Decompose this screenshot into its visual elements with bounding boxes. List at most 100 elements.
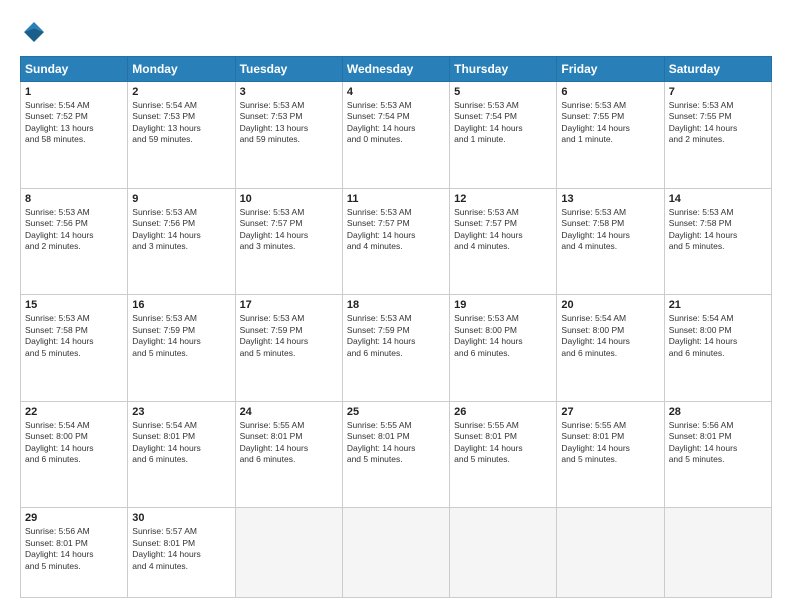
day-info: Sunrise: 5:53 AMSunset: 7:59 PMDaylight:…: [132, 313, 230, 359]
day-header: Saturday: [664, 57, 771, 82]
day-number: 4: [347, 86, 445, 98]
calendar-cell: 8 Sunrise: 5:53 AMSunset: 7:56 PMDaylight…: [21, 188, 128, 295]
day-number: 1: [25, 86, 123, 98]
day-number: 12: [454, 193, 552, 205]
day-info: Sunrise: 5:54 AMSunset: 8:01 PMDaylight:…: [132, 420, 230, 466]
day-number: 29: [25, 512, 123, 524]
calendar-cell: 16Sunrise: 5:53 AMSunset: 7:59 PMDayligh…: [128, 295, 235, 402]
header: [20, 18, 772, 46]
day-info: Sunrise: 5:53 AMSunset: 8:00 PMDaylight:…: [454, 313, 552, 359]
calendar-cell: 10 Sunrise: 5:53 AMSunset: 7:57 PMDayligh…: [235, 188, 342, 295]
calendar-cell: [557, 508, 664, 598]
day-info: Sunrise: 5:53 AMSunset: 7:58 PMDaylight:…: [669, 207, 767, 253]
day-header: Thursday: [450, 57, 557, 82]
day-number: 14: [669, 193, 767, 205]
calendar-cell: 13 Sunrise: 5:53 AMSunset: 7:58 PMDayligh…: [557, 188, 664, 295]
calendar-cell: 29 Sunrise: 5:56 AMSunset: 8:01 PMDayligh…: [21, 508, 128, 598]
calendar-cell: 26 Sunrise: 5:55 AMSunset: 8:01 PMDayligh…: [450, 401, 557, 508]
calendar-cell: [450, 508, 557, 598]
day-header: Sunday: [21, 57, 128, 82]
day-header: Monday: [128, 57, 235, 82]
day-number: 13: [561, 193, 659, 205]
day-info: Sunrise: 5:57 AMSunset: 8:01 PMDaylight:…: [132, 526, 230, 572]
calendar-cell: 30 Sunrise: 5:57 AMSunset: 8:01 PMDayligh…: [128, 508, 235, 598]
day-info: Sunrise: 5:53 AMSunset: 7:56 PMDaylight:…: [25, 207, 123, 253]
day-number: 26: [454, 406, 552, 418]
day-number: 27: [561, 406, 659, 418]
calendar-cell: 24Sunrise: 5:55 AMSunset: 8:01 PMDayligh…: [235, 401, 342, 508]
day-info: Sunrise: 5:56 AMSunset: 8:01 PMDaylight:…: [25, 526, 123, 572]
day-info: Sunrise: 5:53 AMSunset: 7:55 PMDaylight:…: [669, 100, 767, 146]
calendar-cell: [235, 508, 342, 598]
day-number: 23: [132, 406, 230, 418]
day-number: 18: [347, 299, 445, 311]
calendar-body: 1 Sunrise: 5:54 AMSunset: 7:52 PMDaylight…: [21, 82, 772, 598]
day-number: 19: [454, 299, 552, 311]
day-info: Sunrise: 5:54 AMSunset: 7:53 PMDaylight:…: [132, 100, 230, 146]
day-number: 10: [240, 193, 338, 205]
day-info: Sunrise: 5:53 AMSunset: 7:53 PMDaylight:…: [240, 100, 338, 146]
calendar-week: 8 Sunrise: 5:53 AMSunset: 7:56 PMDaylight…: [21, 188, 772, 295]
day-info: Sunrise: 5:53 AMSunset: 7:59 PMDaylight:…: [240, 313, 338, 359]
calendar-week: 29 Sunrise: 5:56 AMSunset: 8:01 PMDayligh…: [21, 508, 772, 598]
day-number: 7: [669, 86, 767, 98]
calendar-cell: 23 Sunrise: 5:54 AMSunset: 8:01 PMDayligh…: [128, 401, 235, 508]
day-header: Tuesday: [235, 57, 342, 82]
calendar-cell: 25Sunrise: 5:55 AMSunset: 8:01 PMDayligh…: [342, 401, 449, 508]
day-number: 30: [132, 512, 230, 524]
calendar-cell: 22Sunrise: 5:54 AMSunset: 8:00 PMDayligh…: [21, 401, 128, 508]
calendar: SundayMondayTuesdayWednesdayThursdayFrid…: [20, 56, 772, 598]
calendar-cell: [342, 508, 449, 598]
day-info: Sunrise: 5:53 AMSunset: 7:56 PMDaylight:…: [132, 207, 230, 253]
calendar-cell: 17 Sunrise: 5:53 AMSunset: 7:59 PMDayligh…: [235, 295, 342, 402]
calendar-cell: 1 Sunrise: 5:54 AMSunset: 7:52 PMDaylight…: [21, 82, 128, 189]
day-info: Sunrise: 5:53 AMSunset: 7:57 PMDaylight:…: [347, 207, 445, 253]
calendar-header: SundayMondayTuesdayWednesdayThursdayFrid…: [21, 57, 772, 82]
day-info: Sunrise: 5:54 AMSunset: 8:00 PMDaylight:…: [669, 313, 767, 359]
day-number: 20: [561, 299, 659, 311]
calendar-cell: 5Sunrise: 5:53 AMSunset: 7:54 PMDaylight…: [450, 82, 557, 189]
day-info: Sunrise: 5:55 AMSunset: 8:01 PMDaylight:…: [561, 420, 659, 466]
logo-icon: [20, 18, 48, 46]
day-info: Sunrise: 5:55 AMSunset: 8:01 PMDaylight:…: [347, 420, 445, 466]
calendar-cell: 11Sunrise: 5:53 AMSunset: 7:57 PMDayligh…: [342, 188, 449, 295]
day-info: Sunrise: 5:53 AMSunset: 7:57 PMDaylight:…: [240, 207, 338, 253]
calendar-cell: 12 Sunrise: 5:53 AMSunset: 7:57 PMDayligh…: [450, 188, 557, 295]
calendar-cell: 2 Sunrise: 5:54 AMSunset: 7:53 PMDaylight…: [128, 82, 235, 189]
day-info: Sunrise: 5:54 AMSunset: 8:00 PMDaylight:…: [561, 313, 659, 359]
day-info: Sunrise: 5:53 AMSunset: 7:59 PMDaylight:…: [347, 313, 445, 359]
calendar-cell: 21 Sunrise: 5:54 AMSunset: 8:00 PMDayligh…: [664, 295, 771, 402]
day-info: Sunrise: 5:54 AMSunset: 8:00 PMDaylight:…: [25, 420, 123, 466]
day-info: Sunrise: 5:53 AMSunset: 7:58 PMDaylight:…: [561, 207, 659, 253]
day-number: 9: [132, 193, 230, 205]
calendar-cell: 4 Sunrise: 5:53 AMSunset: 7:54 PMDaylight…: [342, 82, 449, 189]
day-number: 6: [561, 86, 659, 98]
calendar-cell: 27 Sunrise: 5:55 AMSunset: 8:01 PMDayligh…: [557, 401, 664, 508]
day-info: Sunrise: 5:55 AMSunset: 8:01 PMDaylight:…: [454, 420, 552, 466]
day-number: 8: [25, 193, 123, 205]
day-number: 15: [25, 299, 123, 311]
calendar-cell: 20 Sunrise: 5:54 AMSunset: 8:00 PMDayligh…: [557, 295, 664, 402]
day-number: 28: [669, 406, 767, 418]
calendar-cell: 19 Sunrise: 5:53 AMSunset: 8:00 PMDayligh…: [450, 295, 557, 402]
day-header: Friday: [557, 57, 664, 82]
calendar-cell: 6 Sunrise: 5:53 AMSunset: 7:55 PMDaylight…: [557, 82, 664, 189]
day-number: 21: [669, 299, 767, 311]
day-info: Sunrise: 5:53 AMSunset: 7:55 PMDaylight:…: [561, 100, 659, 146]
logo: [20, 18, 52, 46]
calendar-cell: 9 Sunrise: 5:53 AMSunset: 7:56 PMDaylight…: [128, 188, 235, 295]
calendar-week: 1 Sunrise: 5:54 AMSunset: 7:52 PMDaylight…: [21, 82, 772, 189]
day-number: 24: [240, 406, 338, 418]
calendar-cell: 7 Sunrise: 5:53 AMSunset: 7:55 PMDaylight…: [664, 82, 771, 189]
day-number: 2: [132, 86, 230, 98]
day-info: Sunrise: 5:54 AMSunset: 7:52 PMDaylight:…: [25, 100, 123, 146]
calendar-cell: 28 Sunrise: 5:56 AMSunset: 8:01 PMDayligh…: [664, 401, 771, 508]
day-info: Sunrise: 5:53 AMSunset: 7:57 PMDaylight:…: [454, 207, 552, 253]
day-number: 17: [240, 299, 338, 311]
calendar-cell: [664, 508, 771, 598]
day-info: Sunrise: 5:53 AMSunset: 7:54 PMDaylight:…: [347, 100, 445, 146]
calendar-cell: 14 Sunrise: 5:53 AMSunset: 7:58 PMDayligh…: [664, 188, 771, 295]
day-info: Sunrise: 5:53 AMSunset: 7:54 PMDaylight:…: [454, 100, 552, 146]
day-info: Sunrise: 5:56 AMSunset: 8:01 PMDaylight:…: [669, 420, 767, 466]
day-info: Sunrise: 5:53 AMSunset: 7:58 PMDaylight:…: [25, 313, 123, 359]
